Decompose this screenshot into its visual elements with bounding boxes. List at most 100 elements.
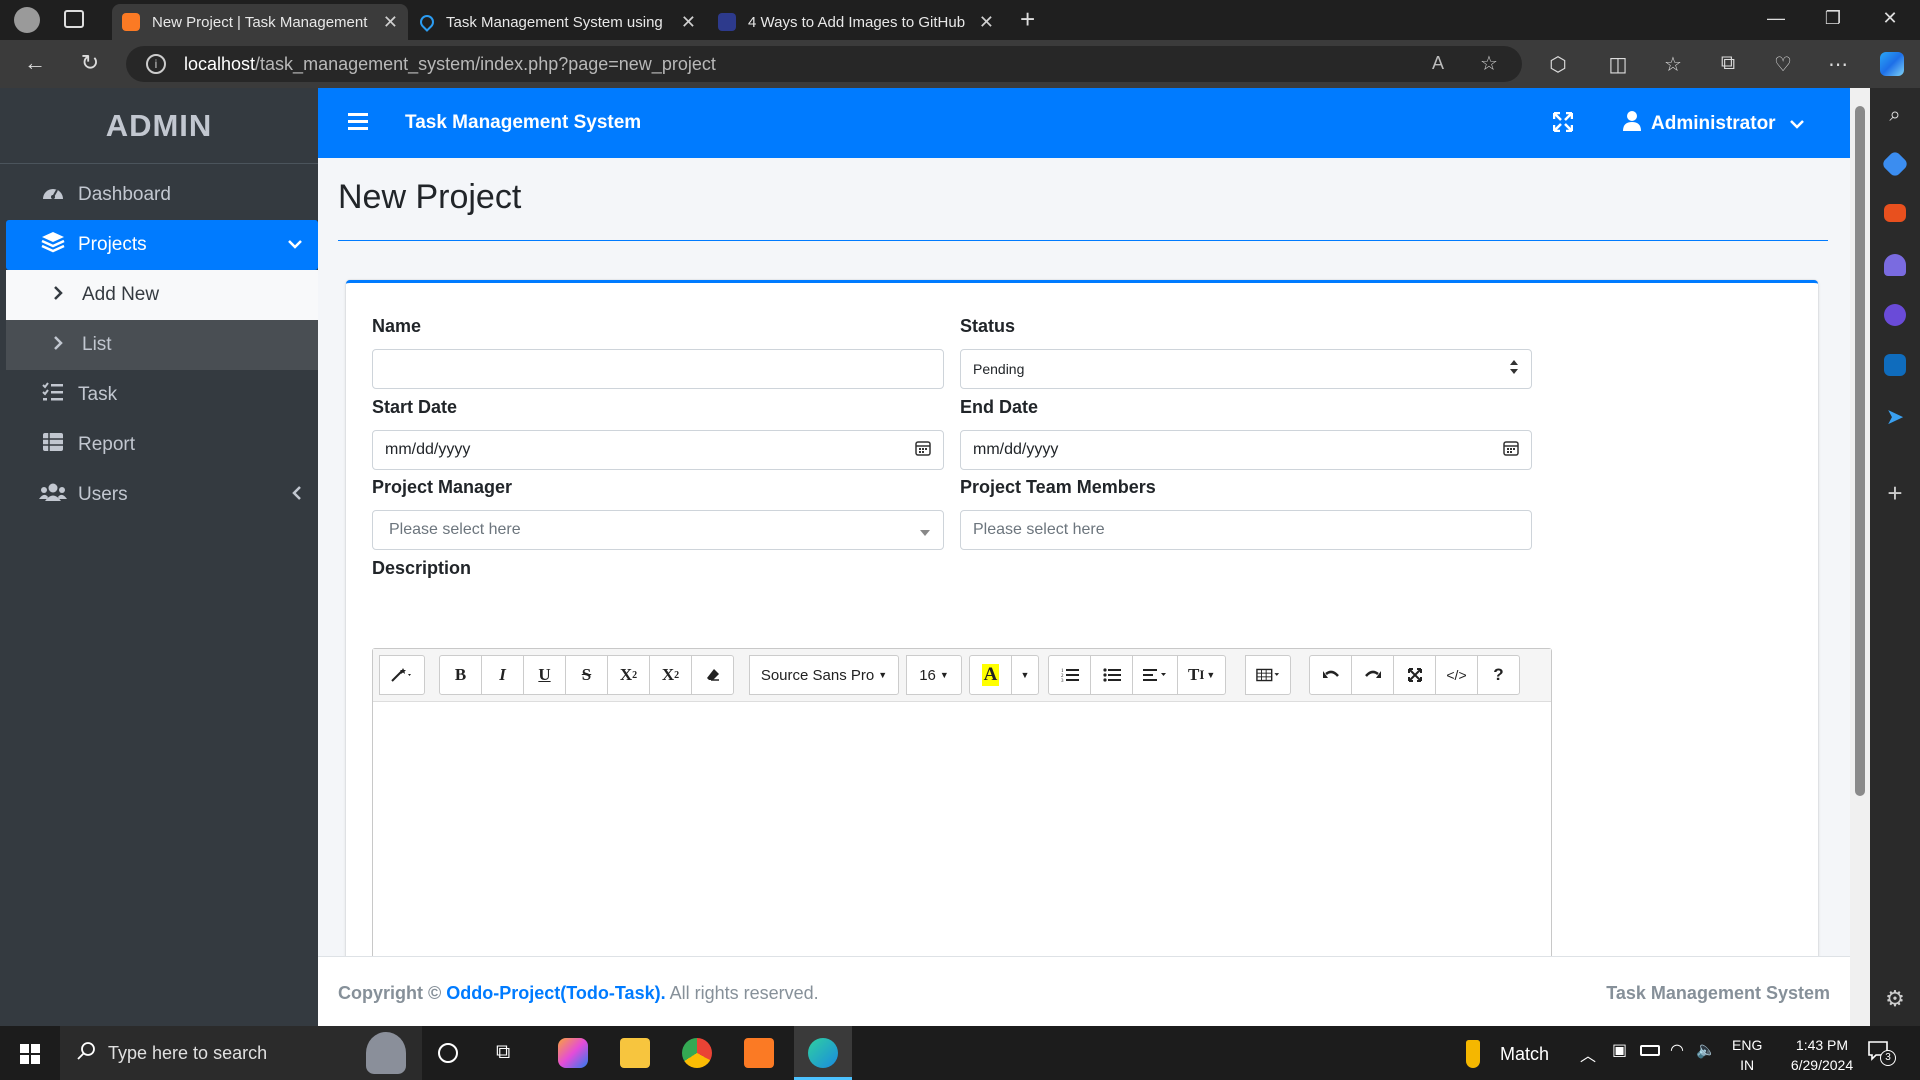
bold-button[interactable]: B [439,655,482,695]
nav-task[interactable]: Task [6,370,318,420]
wifi-icon[interactable]: ◠ [1670,1040,1684,1060]
cortana-icon[interactable] [438,1043,458,1063]
paragraph-align-dropdown[interactable] [1132,655,1178,695]
font-size-dropdown[interactable]: 16 ▼ [906,655,962,695]
search-icon[interactable]: ⌕ [1882,104,1908,130]
favorites-icon[interactable]: ☆ [1660,52,1686,78]
shopping-tag-icon[interactable] [1880,149,1910,179]
file-explorer-icon[interactable] [620,1038,650,1068]
clock[interactable]: 1:43 PM 6/29/2024 [1774,1035,1870,1075]
line-height-dropdown[interactable]: T I ▼ [1177,655,1227,695]
brand-logo[interactable]: ADMIN [0,88,318,164]
settings-icon[interactable]: ⚙ [1882,986,1908,1012]
nav-dashboard[interactable]: Dashboard [6,170,318,220]
color-dropdown-button[interactable]: ▼ [1011,655,1039,695]
superscript-button[interactable]: X2 [607,655,650,695]
tab-task-management[interactable]: Task Management System using ✕ [410,4,706,40]
favorite-star-icon[interactable]: ☆ [1480,51,1498,76]
close-tab-icon[interactable]: ✕ [383,12,398,33]
page-scrollbar[interactable] [1850,88,1870,1026]
strikethrough-button[interactable]: S [565,655,608,695]
add-sidebar-icon[interactable]: + [1882,478,1908,508]
outlook-icon[interactable] [1884,354,1906,376]
copilot-sidebar-icon[interactable] [1884,304,1906,326]
browser-essentials-icon[interactable]: ♡ [1770,52,1796,78]
ordered-list-icon[interactable]: 123 [1048,655,1091,695]
fullscreen-editor-icon[interactable] [1393,655,1436,695]
eraser-icon[interactable] [691,655,734,695]
scrollbar-thumb[interactable] [1855,106,1865,796]
redo-icon[interactable] [1351,655,1394,695]
font-family-dropdown[interactable]: Source Sans Pro ▼ [749,655,899,695]
new-tab-button[interactable]: + [1020,4,1035,35]
taskbar-search-box[interactable]: Type here to search [60,1026,422,1080]
volume-icon[interactable]: 🔈 [1696,1040,1716,1060]
magic-style-button[interactable] [379,655,425,695]
start-date-input[interactable]: mm/dd/yyyy [372,430,944,470]
xampp-app-icon[interactable] [744,1038,774,1068]
chrome-icon[interactable] [682,1038,712,1068]
project-manager-select[interactable]: Please select here [372,510,944,550]
nav-add-new[interactable]: Add New [6,270,318,320]
close-window-button[interactable]: ✕ [1870,8,1910,29]
calendar-icon[interactable] [1503,440,1519,459]
name-input[interactable] [372,349,944,389]
extensions-icon[interactable]: ⬡ [1545,52,1571,78]
language-indicator[interactable]: ENG IN [1732,1035,1762,1075]
code-view-icon[interactable]: </> [1435,655,1478,695]
tab-github-images[interactable]: 4 Ways to Add Images to GitHub ✕ [708,4,1004,40]
fullscreen-icon[interactable] [1552,111,1574,137]
end-date-input[interactable]: mm/dd/yyyy [960,430,1532,470]
help-icon[interactable]: ? [1477,655,1520,695]
nav-report[interactable]: Report [6,420,318,470]
navbar-title[interactable]: Task Management System [405,112,641,134]
collections-icon[interactable]: ⧉ [1715,52,1741,78]
send-icon[interactable]: ➤ [1882,404,1908,430]
read-aloud-icon[interactable]: A [1432,53,1444,74]
calendar-icon[interactable] [915,440,931,459]
close-tab-icon[interactable]: ✕ [681,12,696,33]
main-sidebar: ADMIN Dashboard Projects Add New List Ta… [0,88,318,1026]
status-select[interactable]: Pending [960,349,1532,389]
undo-icon[interactable] [1309,655,1352,695]
reload-button[interactable]: ↻ [75,50,105,78]
underline-button[interactable]: U [523,655,566,695]
weather-widget[interactable]: Match [1466,1040,1549,1068]
edge-app-icon[interactable] [808,1038,838,1068]
description-label: Description [372,558,472,578]
page-title: New Project [338,178,522,216]
team-members-select[interactable]: Please select here [960,510,1532,550]
nav-list[interactable]: List [6,320,318,370]
user-menu[interactable]: Administrator [1623,110,1804,138]
copyright-link[interactable]: Oddo-Project(Todo-Task). [446,983,665,1003]
minimize-button[interactable]: — [1756,8,1796,29]
games-icon[interactable] [1884,254,1906,276]
nav-projects[interactable]: Projects [6,220,318,270]
split-screen-icon[interactable]: ◫ [1605,52,1631,78]
tab-new-project[interactable]: New Project | Task Management ✕ [112,4,408,40]
restore-button[interactable]: ❐ [1813,8,1853,29]
tab-actions-icon[interactable] [64,10,84,28]
subscript-button[interactable]: X2 [649,655,692,695]
copilot-icon[interactable] [1880,52,1904,76]
tools-icon[interactable] [1884,204,1906,222]
close-tab-icon[interactable]: ✕ [979,12,994,33]
table-insert-icon[interactable] [1245,655,1291,695]
more-menu-icon[interactable]: ⋯ [1825,52,1851,78]
profile-avatar[interactable] [14,7,40,33]
italic-button[interactable]: I [481,655,524,695]
text-color-button[interactable]: A [969,655,1012,695]
users-icon [38,482,68,508]
unordered-list-icon[interactable] [1090,655,1133,695]
notification-center-icon[interactable]: 3 [1868,1040,1896,1066]
address-bar[interactable]: i localhost/task_management_system/index… [126,46,1522,82]
tray-overflow-icon[interactable]: ︿ [1580,1042,1596,1066]
windows-start-icon[interactable] [20,1044,40,1069]
meet-now-icon[interactable]: ▣ [1612,1040,1627,1060]
site-info-icon[interactable]: i [146,54,166,74]
hamburger-menu-icon[interactable] [348,112,368,135]
nav-users[interactable]: Users [6,470,318,520]
copilot-app-icon[interactable] [558,1038,588,1068]
back-button[interactable]: ← [20,50,50,78]
task-view-icon[interactable]: ⧉ [496,1041,510,1064]
